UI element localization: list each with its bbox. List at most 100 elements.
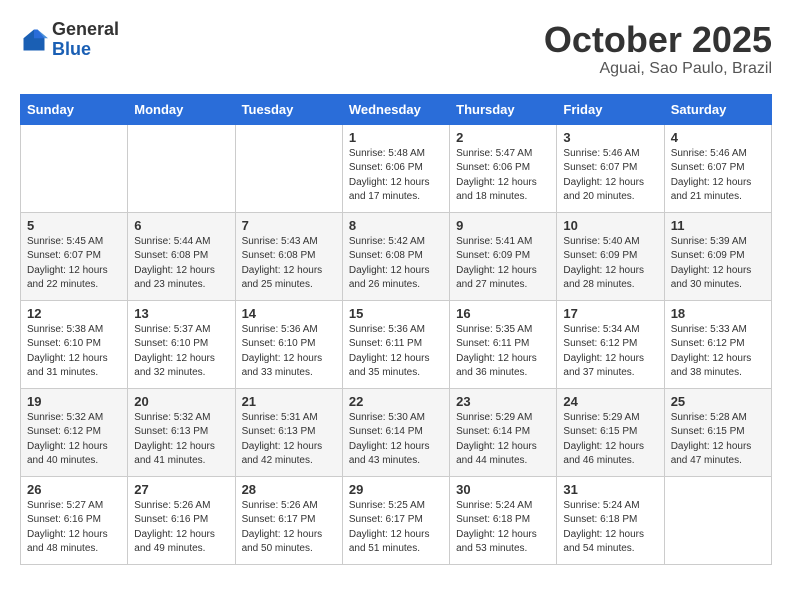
calendar-cell: 1Sunrise: 5:48 AM Sunset: 6:06 PM Daylig… — [342, 124, 449, 212]
cell-details: Sunrise: 5:45 AM Sunset: 6:07 PM Dayligh… — [27, 235, 121, 293]
location: Aguai, Sao Paulo, Brazil — [544, 60, 772, 78]
cell-details: Sunrise: 5:26 AM Sunset: 6:17 PM Dayligh… — [242, 499, 336, 557]
day-number: 31 — [563, 482, 657, 497]
calendar-cell — [21, 124, 128, 212]
calendar-cell — [128, 124, 235, 212]
calendar-cell: 23 Sunrise: 5:29 AM Sunset: 6:14 PM Dayli… — [450, 388, 557, 476]
calendar-cell: 13 Sunrise: 5:37 AM Sunset: 6:10 PM Dayli… — [128, 300, 235, 388]
calendar-cell: 15 Sunrise: 5:36 AM Sunset: 6:11 PM Dayli… — [342, 300, 449, 388]
month-title: October 2025 — [544, 20, 772, 60]
day-number: 28 — [242, 482, 336, 497]
day-number: 24 — [563, 394, 657, 409]
day-number: 9 — [456, 218, 550, 233]
calendar-cell: 22 Sunrise: 5:30 AM Sunset: 6:14 PM Dayli… — [342, 388, 449, 476]
calendar-cell: 25 Sunrise: 5:28 AM Sunset: 6:15 PM Dayli… — [664, 388, 771, 476]
title-block: October 2025 Aguai, Sao Paulo, Brazil — [544, 20, 772, 78]
day-number: 30 — [456, 482, 550, 497]
calendar-cell: 18 Sunrise: 5:33 AM Sunset: 6:12 PM Dayli… — [664, 300, 771, 388]
day-number: 11 — [671, 218, 765, 233]
calendar-cell: 6Sunrise: 5:44 AM Sunset: 6:08 PM Daylig… — [128, 212, 235, 300]
calendar-cell: 17Sunrise: 5:34 AM Sunset: 6:12 PM Dayli… — [557, 300, 664, 388]
calendar-cell: 7Sunrise: 5:43 AM Sunset: 6:08 PM Daylig… — [235, 212, 342, 300]
day-number: 6 — [134, 218, 228, 233]
weekday-header-row: SundayMondayTuesdayWednesdayThursdayFrid… — [21, 94, 772, 124]
cell-details: Sunrise: 5:47 AM Sunset: 6:06 PM Dayligh… — [456, 147, 550, 205]
cell-details: Sunrise: 5:43 AM Sunset: 6:08 PM Dayligh… — [242, 235, 336, 293]
day-number: 10 — [563, 218, 657, 233]
weekday-header-saturday: Saturday — [664, 94, 771, 124]
calendar-cell: 9Sunrise: 5:41 AM Sunset: 6:09 PM Daylig… — [450, 212, 557, 300]
cell-details: Sunrise: 5:46 AM Sunset: 6:07 PM Dayligh… — [671, 147, 765, 205]
weekday-header-thursday: Thursday — [450, 94, 557, 124]
cell-details: Sunrise: 5:28 AM Sunset: 6:15 PM Dayligh… — [671, 411, 765, 469]
calendar-cell: 26 Sunrise: 5:27 AM Sunset: 6:16 PM Dayli… — [21, 476, 128, 564]
cell-details: Sunrise: 5:24 AM Sunset: 6:18 PM Dayligh… — [456, 499, 550, 557]
week-row-2: 5 Sunrise: 5:45 AM Sunset: 6:07 PM Daylig… — [21, 212, 772, 300]
day-number: 26 — [27, 482, 121, 497]
calendar-cell: 31 Sunrise: 5:24 AM Sunset: 6:18 PM Dayli… — [557, 476, 664, 564]
weekday-header-sunday: Sunday — [21, 94, 128, 124]
cell-details: Sunrise: 5:29 AM Sunset: 6:15 PM Dayligh… — [563, 411, 657, 469]
cell-details: Sunrise: 5:25 AM Sunset: 6:17 PM Dayligh… — [349, 499, 443, 557]
day-number: 23 — [456, 394, 550, 409]
calendar-cell: 12 Sunrise: 5:38 AM Sunset: 6:10 PM Dayli… — [21, 300, 128, 388]
weekday-header-tuesday: Tuesday — [235, 94, 342, 124]
weekday-header-wednesday: Wednesday — [342, 94, 449, 124]
cell-details: Sunrise: 5:36 AM Sunset: 6:10 PM Dayligh… — [242, 323, 336, 381]
cell-details: Sunrise: 5:35 AM Sunset: 6:11 PM Dayligh… — [456, 323, 550, 381]
calendar-cell — [235, 124, 342, 212]
day-number: 14 — [242, 306, 336, 321]
day-number: 21 — [242, 394, 336, 409]
logo-text: General Blue — [52, 20, 119, 60]
day-number: 20 — [134, 394, 228, 409]
day-number: 1 — [349, 130, 443, 145]
calendar-cell: 5 Sunrise: 5:45 AM Sunset: 6:07 PM Daylig… — [21, 212, 128, 300]
day-number: 29 — [349, 482, 443, 497]
day-number: 13 — [134, 306, 228, 321]
day-number: 18 — [671, 306, 765, 321]
calendar-cell: 16 Sunrise: 5:35 AM Sunset: 6:11 PM Dayli… — [450, 300, 557, 388]
cell-details: Sunrise: 5:31 AM Sunset: 6:13 PM Dayligh… — [242, 411, 336, 469]
cell-details: Sunrise: 5:32 AM Sunset: 6:13 PM Dayligh… — [134, 411, 228, 469]
cell-details: Sunrise: 5:40 AM Sunset: 6:09 PM Dayligh… — [563, 235, 657, 293]
cell-details: Sunrise: 5:26 AM Sunset: 6:16 PM Dayligh… — [134, 499, 228, 557]
calendar-cell: 8Sunrise: 5:42 AM Sunset: 6:08 PM Daylig… — [342, 212, 449, 300]
calendar-cell: 20 Sunrise: 5:32 AM Sunset: 6:13 PM Dayli… — [128, 388, 235, 476]
cell-details: Sunrise: 5:38 AM Sunset: 6:10 PM Dayligh… — [27, 323, 121, 381]
cell-details: Sunrise: 5:36 AM Sunset: 6:11 PM Dayligh… — [349, 323, 443, 381]
calendar-cell: 21 Sunrise: 5:31 AM Sunset: 6:13 PM Dayli… — [235, 388, 342, 476]
calendar-cell: 30 Sunrise: 5:24 AM Sunset: 6:18 PM Dayli… — [450, 476, 557, 564]
weekday-header-friday: Friday — [557, 94, 664, 124]
day-number: 12 — [27, 306, 121, 321]
cell-details: Sunrise: 5:24 AM Sunset: 6:18 PM Dayligh… — [563, 499, 657, 557]
day-number: 22 — [349, 394, 443, 409]
logo: General Blue — [20, 20, 119, 60]
cell-details: Sunrise: 5:37 AM Sunset: 6:10 PM Dayligh… — [134, 323, 228, 381]
week-row-3: 12 Sunrise: 5:38 AM Sunset: 6:10 PM Dayli… — [21, 300, 772, 388]
day-number: 3 — [563, 130, 657, 145]
day-number: 27 — [134, 482, 228, 497]
cell-details: Sunrise: 5:33 AM Sunset: 6:12 PM Dayligh… — [671, 323, 765, 381]
cell-details: Sunrise: 5:34 AM Sunset: 6:12 PM Dayligh… — [563, 323, 657, 381]
cell-details: Sunrise: 5:27 AM Sunset: 6:16 PM Dayligh… — [27, 499, 121, 557]
weekday-header-monday: Monday — [128, 94, 235, 124]
calendar-cell: 2 Sunrise: 5:47 AM Sunset: 6:06 PM Daylig… — [450, 124, 557, 212]
day-number: 25 — [671, 394, 765, 409]
day-number: 5 — [27, 218, 121, 233]
calendar-cell: 4Sunrise: 5:46 AM Sunset: 6:07 PM Daylig… — [664, 124, 771, 212]
week-row-5: 26 Sunrise: 5:27 AM Sunset: 6:16 PM Dayli… — [21, 476, 772, 564]
page-header: General Blue October 2025 Aguai, Sao Pau… — [20, 20, 772, 78]
cell-details: Sunrise: 5:29 AM Sunset: 6:14 PM Dayligh… — [456, 411, 550, 469]
calendar-cell: 28 Sunrise: 5:26 AM Sunset: 6:17 PM Dayli… — [235, 476, 342, 564]
cell-details: Sunrise: 5:30 AM Sunset: 6:14 PM Dayligh… — [349, 411, 443, 469]
day-number: 15 — [349, 306, 443, 321]
calendar-cell: 19Sunrise: 5:32 AM Sunset: 6:12 PM Dayli… — [21, 388, 128, 476]
day-number: 2 — [456, 130, 550, 145]
logo-icon — [20, 26, 48, 54]
calendar-cell: 3Sunrise: 5:46 AM Sunset: 6:07 PM Daylig… — [557, 124, 664, 212]
week-row-4: 19Sunrise: 5:32 AM Sunset: 6:12 PM Dayli… — [21, 388, 772, 476]
cell-details: Sunrise: 5:42 AM Sunset: 6:08 PM Dayligh… — [349, 235, 443, 293]
week-row-1: 1Sunrise: 5:48 AM Sunset: 6:06 PM Daylig… — [21, 124, 772, 212]
cell-details: Sunrise: 5:32 AM Sunset: 6:12 PM Dayligh… — [27, 411, 121, 469]
day-number: 16 — [456, 306, 550, 321]
